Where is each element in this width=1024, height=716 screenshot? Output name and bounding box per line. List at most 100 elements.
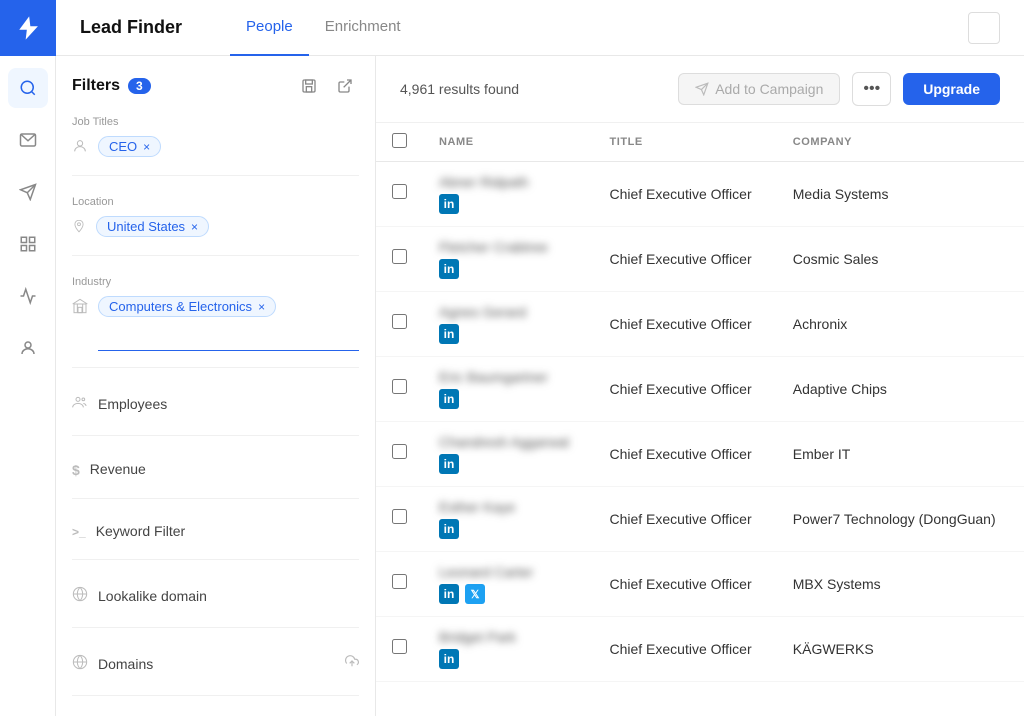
row-checkbox[interactable] <box>392 249 407 264</box>
tab-people[interactable]: People <box>230 0 309 56</box>
add-to-campaign-button[interactable]: Add to Campaign <box>678 73 840 105</box>
job-titles-label: Job Titles <box>72 116 359 128</box>
person-name-col: Chandresh Aggarwalin <box>423 422 593 487</box>
person-title-col: Chief Executive Officer <box>593 227 776 292</box>
export-icon <box>337 78 353 94</box>
nav-mail[interactable] <box>8 120 48 160</box>
globe-icon <box>72 654 88 675</box>
results-panel: 4,961 results found Add to Campaign ••• … <box>376 56 1024 716</box>
row-checkbox-col <box>376 357 423 422</box>
company-col-header: COMPANY <box>777 123 1024 162</box>
send-icon <box>19 183 37 201</box>
filter-section-employees: Employees <box>72 388 359 436</box>
nav-profile[interactable] <box>8 328 48 368</box>
remove-location-tag[interactable]: × <box>191 220 198 234</box>
linkedin-icon[interactable]: in <box>439 649 459 669</box>
upload-domains-icon[interactable] <box>345 654 359 673</box>
person-name: Agnes Gerard <box>439 304 577 320</box>
person-name: Eric Baumgartner <box>439 369 577 385</box>
nav-analytics[interactable] <box>8 276 48 316</box>
select-all-checkbox[interactable] <box>392 133 407 148</box>
save-filter-button[interactable] <box>295 72 323 100</box>
linkedin-icon[interactable]: in <box>439 259 459 279</box>
nav-send[interactable] <box>8 172 48 212</box>
app-title: Lead Finder <box>80 17 182 38</box>
main-container: Lead Finder People Enrichment Filters 3 <box>56 0 1024 716</box>
table-row: Esther KayeinChief Executive OfficerPowe… <box>376 487 1024 552</box>
tab-enrichment[interactable]: Enrichment <box>309 0 417 56</box>
nav-grid[interactable] <box>8 224 48 264</box>
remove-industry-tag[interactable]: × <box>258 300 265 314</box>
app-logo[interactable] <box>0 0 56 56</box>
domains-filter[interactable]: Domains <box>72 648 359 679</box>
person-company-col: Cosmic Sales <box>777 227 1024 292</box>
upgrade-button[interactable]: Upgrade <box>903 73 1000 105</box>
linkedin-icon[interactable]: in <box>439 324 459 344</box>
social-links: in <box>439 259 577 279</box>
name-col-header: NAME <box>423 123 593 162</box>
filter-section-revenue: $ Revenue <box>72 456 359 499</box>
export-filter-button[interactable] <box>331 72 359 100</box>
social-links: in <box>439 324 577 344</box>
nav-search[interactable] <box>8 68 48 108</box>
table-row: Fletcher CrabtreeinChief Executive Offic… <box>376 227 1024 292</box>
person-name-col: Esther Kayein <box>423 487 593 552</box>
linkedin-icon[interactable]: in <box>439 584 459 604</box>
filter-section-location: Location United States × <box>72 196 359 256</box>
row-checkbox[interactable] <box>392 574 407 589</box>
linkedin-icon[interactable]: in <box>439 519 459 539</box>
person-name-col: Agnes Gerard in <box>423 292 593 357</box>
results-table: NAME TITLE COMPANY Abner RidpathinChief … <box>376 123 1024 716</box>
person-name: Bridget Park <box>439 629 577 645</box>
industry-tags: Computers & Electronics × <box>98 296 359 317</box>
lightning-icon <box>14 14 42 42</box>
person-title-col: Chief Executive Officer <box>593 487 776 552</box>
keyword-label: Keyword Filter <box>96 523 185 539</box>
filter-section-keyword: >_ Keyword Filter <box>72 519 359 560</box>
row-checkbox[interactable] <box>392 639 407 654</box>
lookalike-label: Lookalike domain <box>98 588 207 604</box>
lookalike-icon <box>72 586 88 607</box>
linkedin-icon[interactable]: in <box>439 454 459 474</box>
employees-filter[interactable]: Employees <box>72 388 359 419</box>
job-titles-row: CEO × <box>72 136 359 159</box>
person-title-col: Chief Executive Officer <box>593 552 776 617</box>
row-checkbox-col <box>376 617 423 682</box>
more-options-button[interactable]: ••• <box>852 72 891 106</box>
row-checkbox-col <box>376 422 423 487</box>
filters-header: Filters 3 <box>72 72 359 100</box>
domains-label: Domains <box>98 656 153 672</box>
grid-icon <box>19 235 37 253</box>
person-company-col: MBX Systems <box>777 552 1024 617</box>
revenue-filter[interactable]: $ Revenue <box>72 456 359 482</box>
keyword-filter[interactable]: >_ Keyword Filter <box>72 519 359 543</box>
linkedin-icon[interactable]: in <box>439 389 459 409</box>
employees-label: Employees <box>98 396 167 412</box>
linkedin-icon[interactable]: in <box>439 194 459 214</box>
person-filter-icon <box>72 138 88 159</box>
tabs: People Enrichment <box>230 0 417 56</box>
tag-industry[interactable]: Computers & Electronics × <box>98 296 276 317</box>
keyword-icon: >_ <box>72 525 86 539</box>
remove-ceo-tag[interactable]: × <box>143 140 150 154</box>
industry-input[interactable] <box>98 327 359 351</box>
row-checkbox[interactable] <box>392 314 407 329</box>
row-checkbox[interactable] <box>392 379 407 394</box>
employees-svg <box>72 394 88 410</box>
twitter-icon[interactable]: 𝕏 <box>465 584 485 604</box>
tag-ceo[interactable]: CEO × <box>98 136 161 157</box>
row-checkbox-col <box>376 552 423 617</box>
person-company-col: Power7 Technology (DongGuan) <box>777 487 1024 552</box>
lookalike-filter[interactable]: Lookalike domain <box>72 580 359 611</box>
row-checkbox[interactable] <box>392 509 407 524</box>
row-checkbox[interactable] <box>392 184 407 199</box>
row-checkbox[interactable] <box>392 444 407 459</box>
tag-united-states[interactable]: United States × <box>96 216 209 237</box>
industry-row: Computers & Electronics × <box>72 296 359 319</box>
table-row: Abner RidpathinChief Executive OfficerMe… <box>376 162 1024 227</box>
search-icon <box>19 79 37 97</box>
person-company-col: Ember IT <box>777 422 1024 487</box>
profile-icon <box>19 339 37 357</box>
row-checkbox-col <box>376 487 423 552</box>
job-titles-icon <box>72 138 88 154</box>
